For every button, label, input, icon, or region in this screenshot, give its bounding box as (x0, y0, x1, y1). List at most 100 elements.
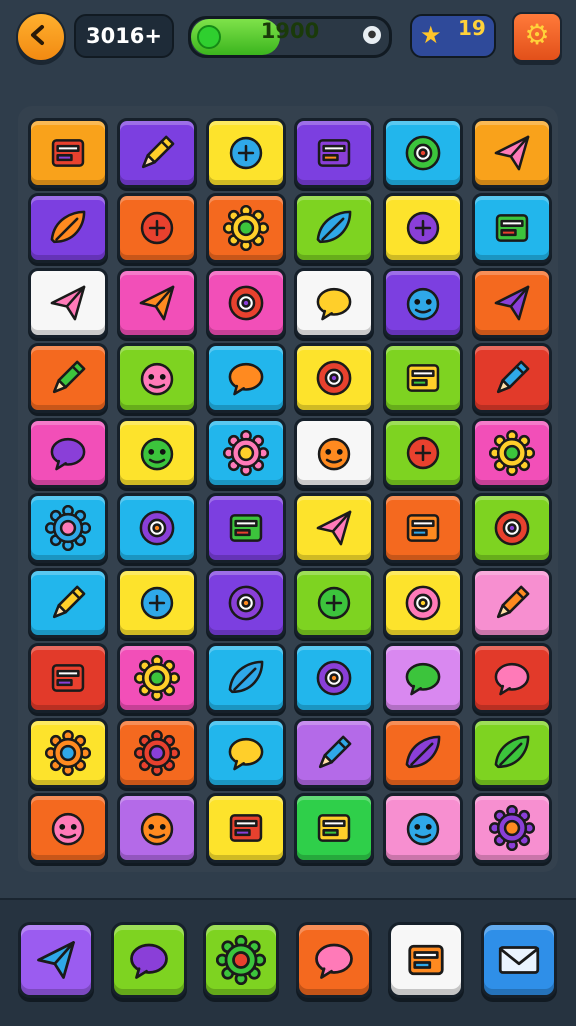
briefcase-icon (318, 814, 351, 842)
tile-compass[interactable] (294, 343, 375, 413)
tile-board (18, 106, 558, 872)
progress-end-icon: ● (363, 26, 381, 44)
tile-ring[interactable] (472, 493, 552, 563)
tile-crayon[interactable] (116, 118, 197, 188)
toolbar-button-calendar[interactable] (388, 922, 464, 998)
toolbar-button-sun-face[interactable] (203, 922, 279, 998)
tile-fish[interactable] (28, 193, 108, 263)
tile-bell[interactable] (116, 793, 197, 863)
back-arrow-icon (31, 25, 44, 45)
tile-hand[interactable] (205, 118, 286, 188)
document-icon (495, 214, 529, 242)
tile-pen-target[interactable] (294, 718, 375, 788)
tile-sun[interactable] (205, 418, 286, 488)
crown-icon (228, 362, 263, 396)
tile-leaf[interactable] (294, 193, 375, 263)
tile-document[interactable] (472, 193, 552, 263)
whistle-icon (494, 662, 530, 696)
tile-sun-face[interactable] (472, 793, 552, 863)
toolbar-button-arrow-cursor[interactable] (18, 922, 94, 998)
tile-book[interactable] (294, 118, 375, 188)
crossed-tools-icon (317, 510, 352, 546)
tile-rocket[interactable] (28, 268, 108, 338)
tile-phone[interactable] (383, 193, 464, 263)
compass-icon (317, 360, 352, 396)
settings-button[interactable]: ⚙ (512, 12, 562, 62)
tile-gear[interactable] (116, 718, 197, 788)
tile-apple[interactable] (116, 418, 197, 488)
tile-ruler[interactable] (28, 343, 108, 413)
target-icon (317, 660, 352, 696)
tile-glasses[interactable] (205, 268, 286, 338)
tile-leaf[interactable] (205, 643, 286, 713)
tile-target[interactable] (294, 643, 375, 713)
shell-icon (314, 943, 353, 979)
gear-icon (222, 205, 269, 251)
top-hud: 3016+ 1900 ● ★ 19 ⚙ (0, 0, 576, 72)
tile-cheese[interactable] (116, 268, 197, 338)
back-button[interactable] (16, 12, 66, 62)
tile-bag[interactable] (116, 493, 197, 563)
tile-pen[interactable] (472, 568, 552, 638)
tile-camera[interactable] (205, 568, 286, 638)
paper-plane-icon (494, 135, 530, 171)
tile-cap[interactable] (28, 418, 108, 488)
tile-toaster[interactable] (205, 793, 286, 863)
capsule-icon (318, 437, 351, 471)
progress-value: 1900 (260, 19, 320, 43)
tile-leaf[interactable] (472, 718, 552, 788)
tile-orbit[interactable] (383, 118, 464, 188)
tile-battery[interactable] (28, 643, 108, 713)
cheese-icon (139, 285, 175, 321)
tile-blob[interactable] (383, 793, 464, 863)
tile-shoe[interactable] (294, 268, 375, 338)
tile-peas[interactable] (383, 268, 464, 338)
score-counter: 3016+ (74, 14, 174, 58)
tile-ticket[interactable] (205, 493, 286, 563)
tile-sun[interactable] (28, 493, 108, 563)
tile-crossed-tools[interactable] (294, 493, 375, 563)
tile-sunburst[interactable] (28, 718, 108, 788)
toolbar-button-mail[interactable] (480, 922, 557, 998)
tile-gear[interactable] (116, 643, 197, 713)
tile-star-badge[interactable] (472, 418, 552, 488)
monster-icon (51, 812, 85, 846)
tile-carrot[interactable] (28, 568, 108, 638)
glasses-icon (228, 285, 263, 321)
tile-crown[interactable] (205, 343, 286, 413)
star-counter: ★ 19 (410, 14, 496, 58)
toolbar-button-chat-bubble[interactable] (110, 922, 187, 998)
chain-icon (140, 586, 174, 620)
tile-gear[interactable] (205, 193, 286, 263)
gear-icon (133, 655, 180, 701)
apple-icon (140, 437, 174, 471)
tile-monster[interactable] (28, 793, 108, 863)
toolbar-button-shell[interactable] (295, 922, 372, 998)
leaf-icon (317, 210, 352, 244)
tile-briefcase[interactable] (294, 793, 375, 863)
tile-pencil[interactable] (472, 343, 552, 413)
ruler-icon (52, 360, 86, 394)
tile-stamp[interactable] (383, 493, 464, 563)
tile-chain[interactable] (116, 568, 197, 638)
tile-gift-box[interactable] (28, 118, 108, 188)
tile-clock[interactable] (383, 568, 464, 638)
tile-lollipop[interactable] (116, 343, 197, 413)
tile-funnel[interactable] (294, 568, 375, 638)
battery-icon (51, 664, 85, 692)
sun-icon (222, 430, 269, 476)
rocket-icon (50, 285, 86, 321)
tile-bulb[interactable] (383, 418, 464, 488)
tile-capsule[interactable] (294, 418, 375, 488)
tile-window[interactable] (383, 343, 464, 413)
tile-feather[interactable] (383, 718, 464, 788)
tile-paper-plane[interactable] (472, 118, 552, 188)
tile-speech[interactable] (205, 718, 286, 788)
tile-whistle[interactable] (472, 643, 552, 713)
star-badge-icon (489, 430, 535, 476)
mail-icon (498, 946, 539, 974)
tile-sled[interactable] (383, 643, 464, 713)
tile-swords[interactable] (472, 268, 552, 338)
tile-robot[interactable] (116, 193, 197, 263)
sled-icon (405, 662, 441, 696)
